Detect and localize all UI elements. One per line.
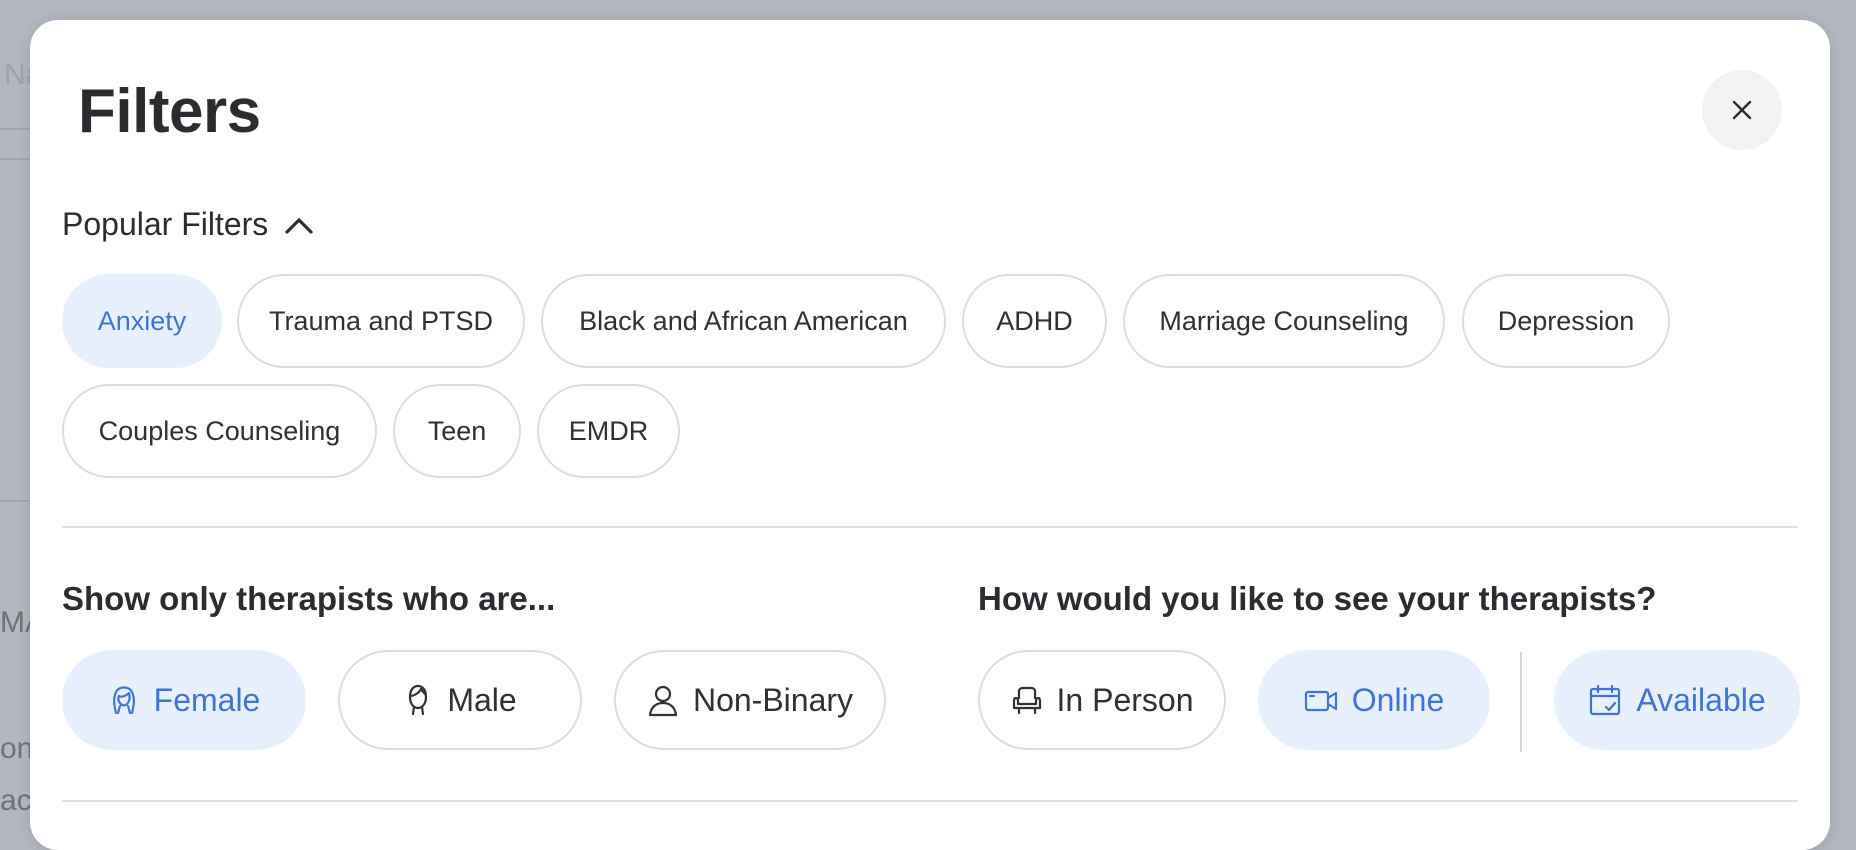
chip-black-african-american[interactable]: Black and African American bbox=[541, 274, 946, 368]
session-option-online[interactable]: Online bbox=[1258, 650, 1490, 750]
chip-label: ADHD bbox=[996, 306, 1073, 337]
person-icon bbox=[647, 683, 679, 717]
background-divider bbox=[0, 128, 30, 130]
chip-label: EMDR bbox=[569, 416, 649, 447]
chip-label: Teen bbox=[428, 416, 487, 447]
calendar-check-icon bbox=[1588, 683, 1622, 717]
chip-label: Marriage Counseling bbox=[1159, 306, 1408, 337]
vertical-separator bbox=[1520, 652, 1522, 752]
chip-label: Anxiety bbox=[98, 306, 187, 337]
gender-option-male[interactable]: Male bbox=[338, 650, 582, 750]
chip-depression[interactable]: Depression bbox=[1462, 274, 1670, 368]
option-label: Available bbox=[1636, 682, 1765, 719]
gender-option-non-binary[interactable]: Non-Binary bbox=[614, 650, 886, 750]
chip-label: Black and African American bbox=[579, 306, 908, 337]
popular-filters-toggle[interactable]: Popular Filters bbox=[62, 206, 314, 243]
armchair-icon bbox=[1011, 684, 1043, 716]
chevron-up-icon bbox=[284, 215, 314, 235]
option-label: Non-Binary bbox=[693, 682, 853, 719]
section-divider bbox=[62, 800, 1798, 802]
chip-trauma-ptsd[interactable]: Trauma and PTSD bbox=[237, 274, 525, 368]
chip-emdr[interactable]: EMDR bbox=[537, 384, 680, 478]
close-button[interactable] bbox=[1702, 70, 1782, 150]
option-label: In Person bbox=[1057, 682, 1194, 719]
section-divider bbox=[62, 526, 1798, 528]
female-icon bbox=[108, 683, 140, 717]
chip-label: Trauma and PTSD bbox=[269, 306, 493, 337]
close-icon bbox=[1730, 98, 1754, 122]
option-label: Female bbox=[154, 682, 261, 719]
session-option-in-person[interactable]: In Person bbox=[978, 650, 1226, 750]
chip-marriage-counseling[interactable]: Marriage Counseling bbox=[1123, 274, 1445, 368]
option-label: Online bbox=[1352, 682, 1445, 719]
chip-teen[interactable]: Teen bbox=[393, 384, 521, 478]
chip-anxiety[interactable]: Anxiety bbox=[62, 274, 222, 368]
chip-adhd[interactable]: ADHD bbox=[962, 274, 1107, 368]
modal-title: Filters bbox=[78, 76, 261, 147]
chip-label: Couples Counseling bbox=[99, 416, 341, 447]
video-camera-icon bbox=[1304, 686, 1338, 714]
gender-option-female[interactable]: Female bbox=[62, 650, 306, 750]
chip-label: Depression bbox=[1498, 306, 1635, 337]
popular-filters-heading: Popular Filters bbox=[62, 206, 268, 243]
male-icon bbox=[403, 683, 433, 717]
background-divider bbox=[0, 158, 30, 160]
gender-heading: Show only therapists who are... bbox=[62, 580, 555, 618]
session-heading: How would you like to see your therapist… bbox=[978, 580, 1656, 618]
session-option-available[interactable]: Available bbox=[1554, 650, 1800, 750]
filters-modal: Filters Popular Filters Anxiety Trauma a… bbox=[30, 20, 1830, 850]
chip-couples-counseling[interactable]: Couples Counseling bbox=[62, 384, 377, 478]
option-label: Male bbox=[447, 682, 516, 719]
background-divider bbox=[0, 500, 30, 502]
